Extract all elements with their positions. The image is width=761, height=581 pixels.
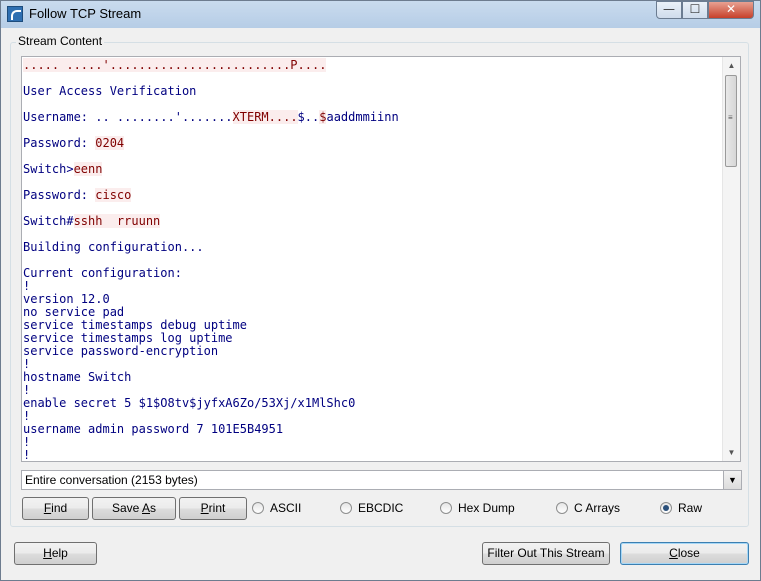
client-text: service password-encryption xyxy=(23,344,219,358)
stream-text-area[interactable]: ..... .....'.........................P..… xyxy=(21,56,741,462)
client-text: service timestamps log uptime xyxy=(23,331,233,345)
find-button[interactable]: Find xyxy=(22,497,89,520)
radio-c-arrays-dot[interactable] xyxy=(556,502,568,514)
client-text: username admin password 7 101E5B4951 xyxy=(23,422,284,436)
client-text: Building configuration... xyxy=(23,240,204,254)
client-text: Password: xyxy=(23,188,96,202)
stream-line: Password: cisco xyxy=(23,188,723,202)
client-text: hostname Switch xyxy=(23,370,132,384)
stream-line xyxy=(23,124,723,137)
maximize-icon[interactable]: ☐ xyxy=(682,1,708,19)
client-text: enable secret 5 $1$O8tv$jyfxA6Zo/53Xj/x1… xyxy=(23,396,356,410)
help-button[interactable]: Help xyxy=(14,542,97,565)
save-as-button[interactable]: Save As xyxy=(92,497,176,520)
chevron-down-icon[interactable]: ▼ xyxy=(723,471,741,489)
minimize-icon[interactable]: — xyxy=(656,1,682,19)
server-text: cisco xyxy=(95,188,132,202)
stream-line: Switch#sshh rruunn xyxy=(23,214,723,228)
client-text: ! xyxy=(23,448,31,462)
stream-line: hostname Switch xyxy=(23,371,723,384)
client-text: Password: xyxy=(23,136,96,150)
stream-line: Password: 0204 xyxy=(23,136,723,150)
follow-tcp-stream-window: Follow TCP Stream — ☐ ✕ Stream Content .… xyxy=(0,0,761,581)
client-text: ! xyxy=(23,279,31,293)
radio-ascii-dot[interactable] xyxy=(252,502,264,514)
radio-ebcdic-dot[interactable] xyxy=(340,502,352,514)
client-text: Username: .. ........'....... xyxy=(23,110,233,124)
wireshark-app-icon xyxy=(7,6,23,22)
scroll-thumb[interactable]: ≡ xyxy=(725,75,737,167)
server-text: sshh rruunn xyxy=(73,214,161,228)
close-button[interactable]: Close xyxy=(620,542,749,565)
client-text: ! xyxy=(23,383,31,397)
stream-line: Current configuration: xyxy=(23,267,723,280)
stream-line: ! xyxy=(23,436,723,449)
client-text: ! xyxy=(23,357,31,371)
server-text: XTERM.... xyxy=(232,110,298,124)
client-text: service timestamps debug uptime xyxy=(23,318,247,332)
stream-line: version 12.0 xyxy=(23,293,723,306)
conversation-select[interactable]: Entire conversation (2153 bytes) ▼ xyxy=(21,470,742,490)
server-text: 0204 xyxy=(95,136,125,150)
client-text: version 12.0 xyxy=(23,292,110,306)
stream-line: ! xyxy=(23,280,723,293)
server-text: ..... .....'.........................P..… xyxy=(23,58,327,72)
client-text: aaddmmiinn xyxy=(326,110,399,124)
stream-line: username admin password 7 101E5B4951 xyxy=(23,423,723,436)
stream-text: ..... .....'.........................P..… xyxy=(23,58,723,462)
print-button[interactable]: Print xyxy=(179,497,247,520)
window-title: Follow TCP Stream xyxy=(29,6,142,21)
vertical-scrollbar[interactable]: ▲ ≡ ▼ xyxy=(722,57,740,461)
scroll-down-icon[interactable]: ▼ xyxy=(723,444,740,461)
stream-line: Switch>eenn xyxy=(23,162,723,176)
radio-raw-dot[interactable] xyxy=(660,502,672,514)
scroll-up-icon[interactable]: ▲ xyxy=(723,57,740,74)
stream-content-label: Stream Content xyxy=(16,34,105,48)
stream-line: service password-encryption xyxy=(23,345,723,358)
stream-line: ! xyxy=(23,449,723,462)
client-text: no service pad xyxy=(23,305,125,319)
client-text: Switch# xyxy=(23,214,74,228)
client-text: Current configuration: xyxy=(23,266,182,280)
client-text: User Access Verification xyxy=(23,84,197,98)
stream-line: Username: .. ........'.......XTERM....$.… xyxy=(23,110,723,124)
title-bar[interactable]: Follow TCP Stream — ☐ ✕ xyxy=(1,1,760,28)
client-text: ! xyxy=(23,409,31,423)
stream-line: Building configuration... xyxy=(23,241,723,254)
filter-out-stream-button[interactable]: Filter Out This Stream xyxy=(482,542,610,565)
stream-line xyxy=(23,150,723,163)
stream-line: ..... .....'.........................P..… xyxy=(23,58,723,72)
client-text: Switch> xyxy=(23,162,74,176)
radio-hex-dump-dot[interactable] xyxy=(440,502,452,514)
client-text: ! xyxy=(23,435,31,449)
stream-line: enable secret 5 $1$O8tv$jyfxA6Zo/53Xj/x1… xyxy=(23,397,723,410)
conversation-select-value: Entire conversation (2153 bytes) xyxy=(25,473,198,487)
close-window-icon[interactable]: ✕ xyxy=(708,1,754,19)
client-text: $.. xyxy=(297,110,320,124)
server-text: eenn xyxy=(73,162,103,176)
stream-line: User Access Verification xyxy=(23,85,723,98)
